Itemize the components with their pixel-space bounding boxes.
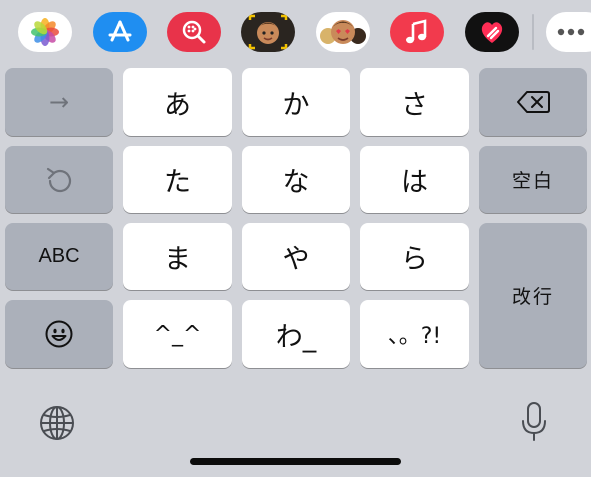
home-indicator[interactable] — [190, 458, 401, 465]
memoji-stickers-icon — [320, 20, 366, 44]
key-label: さ — [401, 89, 428, 121]
key-label: ^_^ — [153, 321, 202, 347]
key-label: た — [164, 167, 191, 198]
key-ha-row[interactable]: は — [360, 146, 469, 213]
abc-label: ABC — [38, 245, 80, 267]
undo-key[interactable] — [5, 146, 113, 213]
key-a-row[interactable]: あ — [123, 68, 232, 136]
key-label: ら — [401, 244, 428, 275]
undo-icon — [46, 167, 72, 192]
digital-touch-icon — [481, 22, 503, 43]
key-sa-row[interactable]: さ — [360, 68, 469, 136]
key-label: は — [401, 167, 428, 198]
emoji-icon — [45, 320, 73, 348]
right-arrow-label: → — [48, 88, 70, 116]
punctuation-key[interactable]: 、。?! — [360, 300, 469, 368]
app-strip-divider — [532, 14, 534, 50]
key-ka-row[interactable]: か — [242, 68, 350, 136]
app-store-icon — [108, 20, 132, 42]
key-label: 、。?! — [387, 324, 442, 349]
space-key[interactable]: 空白 — [479, 146, 587, 213]
key-ya-row[interactable]: や — [242, 223, 350, 290]
key-wa-row[interactable]: わ_ — [242, 300, 350, 368]
more-icon — [557, 28, 585, 36]
abc-mode-key[interactable]: ABC — [5, 223, 113, 290]
key-label: わ_ — [275, 321, 317, 353]
photos-app-button[interactable] — [18, 12, 72, 52]
memoji-button[interactable] — [241, 12, 295, 52]
key-label: ま — [164, 244, 191, 275]
music-button[interactable] — [390, 12, 444, 52]
key-label: や — [282, 244, 310, 275]
app-store-button[interactable] — [93, 12, 147, 52]
image-search-icon — [182, 20, 206, 44]
app-strip — [0, 0, 591, 64]
globe-icon — [40, 406, 74, 440]
return-key[interactable]: 改行 — [479, 223, 587, 368]
image-search-button[interactable] — [167, 12, 221, 52]
memoji-stickers-button[interactable] — [316, 12, 370, 52]
key-ra-row[interactable]: ら — [360, 223, 469, 290]
key-label: あ — [164, 89, 191, 121]
return-label: 改行 — [511, 286, 554, 308]
delete-icon — [517, 91, 550, 113]
digital-touch-button[interactable] — [465, 12, 519, 52]
space-label: 空白 — [511, 170, 554, 192]
music-icon — [406, 19, 427, 44]
emoji-key[interactable] — [5, 300, 113, 368]
key-ma-row[interactable]: ま — [123, 223, 232, 290]
key-label: な — [282, 167, 310, 198]
more-apps-button[interactable] — [546, 12, 591, 52]
next-candidate-key[interactable]: → — [5, 68, 113, 136]
globe-button[interactable] — [34, 400, 80, 446]
microphone-button[interactable] — [512, 398, 556, 446]
photos-icon — [31, 18, 59, 46]
key-na-row[interactable]: な — [242, 146, 350, 213]
key-label: か — [282, 89, 310, 121]
memoji-icon — [248, 14, 288, 50]
kaomoji-key[interactable]: ^_^ — [123, 300, 232, 368]
key-ta-row[interactable]: た — [123, 146, 232, 213]
microphone-icon — [522, 402, 546, 441]
delete-key[interactable] — [479, 68, 587, 136]
